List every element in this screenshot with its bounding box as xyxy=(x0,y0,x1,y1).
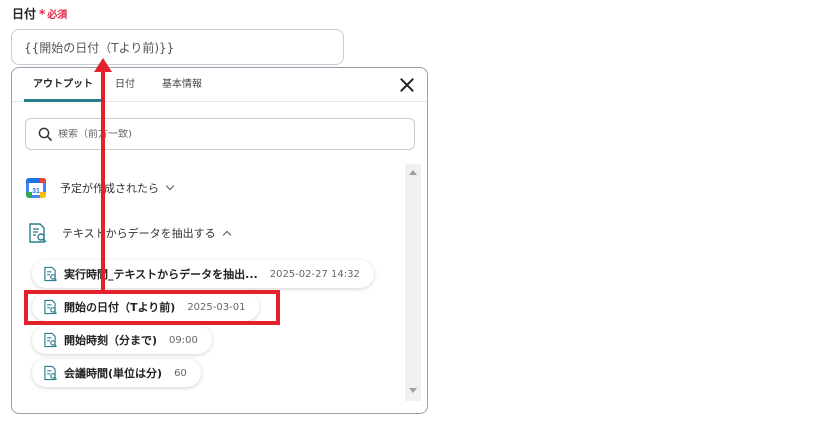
item-value: 2025-02-27 14:32 xyxy=(269,268,360,280)
search-box[interactable] xyxy=(25,118,415,150)
scroll-up-arrow-icon[interactable] xyxy=(409,170,417,175)
annotation-arrow-line xyxy=(101,68,105,294)
group-label: 予定が作成されたら xyxy=(60,182,159,195)
tab-date[interactable]: 日付 xyxy=(115,68,135,102)
item-value: 60 xyxy=(174,367,187,379)
chevron-up-icon[interactable] xyxy=(222,230,231,240)
field-label: 日付 * 必須 xyxy=(12,5,67,22)
tab-output[interactable]: アウトプット xyxy=(24,68,102,102)
text-extract-icon xyxy=(44,266,57,282)
item-name: 開始時刻（分まで) xyxy=(64,334,158,347)
required-text: 必須 xyxy=(47,10,68,21)
required-star: * xyxy=(39,7,46,21)
close-icon[interactable] xyxy=(399,77,415,93)
svg-text:31: 31 xyxy=(32,188,40,195)
output-selector-panel: アウトプット 日付 基本情報 31 予定が作成されたら xyxy=(11,67,428,414)
google-calendar-icon: 31 xyxy=(26,178,46,198)
annotation-highlight-box xyxy=(24,290,280,325)
group-label: テキストからデータを抽出する xyxy=(62,227,216,240)
tab-bar: アウトプット 日付 基本情報 xyxy=(12,68,427,102)
group-text-extract[interactable]: テキストからデータを抽出する xyxy=(26,221,231,245)
group-calendar-trigger[interactable]: 31 予定が作成されたら xyxy=(26,176,175,200)
item-name: 実行時間_テキストからデータを抽出... xyxy=(64,268,258,281)
chevron-down-icon[interactable] xyxy=(165,181,175,191)
scroll-down-arrow-icon[interactable] xyxy=(409,388,417,393)
text-extract-icon xyxy=(29,223,47,243)
date-input[interactable]: {{開始の日付（Tより前)}} xyxy=(11,29,344,65)
text-extract-icon xyxy=(44,365,57,381)
date-input-value: {{開始の日付（Tより前)}} xyxy=(24,40,175,55)
scrollbar[interactable] xyxy=(405,164,421,401)
search-icon xyxy=(38,127,52,141)
annotation-arrow-up-icon xyxy=(94,58,112,72)
field-label-text: 日付 xyxy=(12,7,37,21)
text-extract-icon xyxy=(44,332,57,348)
tab-basic-info[interactable]: 基本情報 xyxy=(162,68,202,102)
active-tab-indicator xyxy=(24,99,102,102)
output-item-start-time[interactable]: 開始時刻（分まで) 09:00 xyxy=(32,326,212,354)
item-name: 会議時間(単位は分) xyxy=(64,367,163,380)
output-item-execution-time[interactable]: 実行時間_テキストからデータを抽出... 2025-02-27 14:32 xyxy=(32,260,374,288)
search-input[interactable] xyxy=(58,128,388,140)
item-value: 09:00 xyxy=(169,334,198,346)
output-item-meeting-duration[interactable]: 会議時間(単位は分) 60 xyxy=(32,359,201,387)
